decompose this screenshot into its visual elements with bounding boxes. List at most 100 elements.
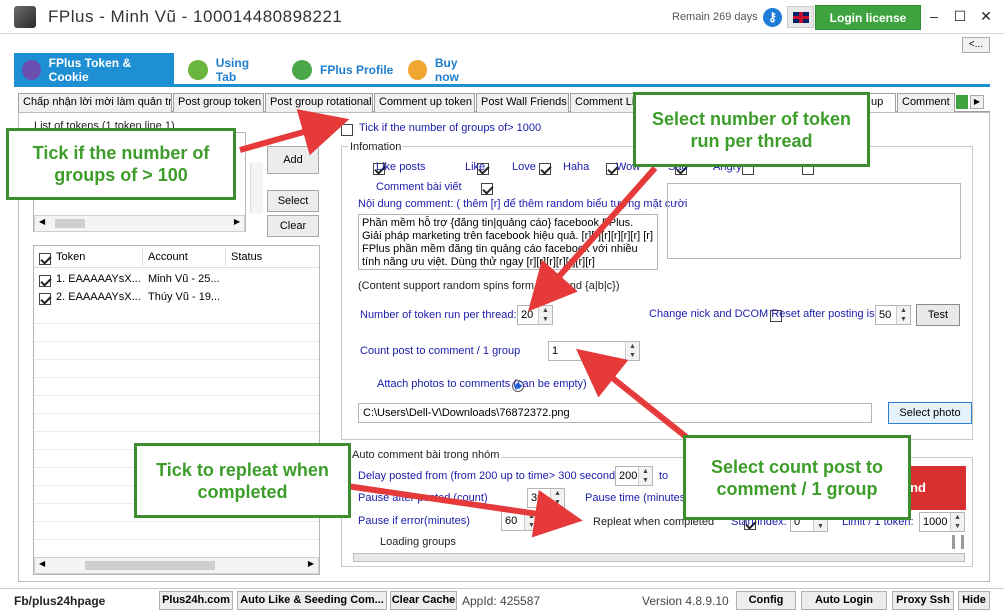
- subtab-comment[interactable]: Comment: [897, 93, 955, 112]
- tick-groups-checkbox[interactable]: [341, 123, 353, 136]
- maximize-button[interactable]: ☐: [950, 7, 970, 25]
- comment-bai-viet-label: Comment bài viết: [376, 181, 462, 193]
- spinner-value: 20: [521, 309, 534, 321]
- subtab-comment-up-token[interactable]: Comment up token: [374, 93, 475, 112]
- spinner-value: 200: [619, 470, 638, 482]
- hide-button[interactable]: Hide: [958, 591, 990, 610]
- select-button[interactable]: Select: [267, 190, 319, 212]
- fb-page-link[interactable]: Fb/plus24hpage: [14, 594, 105, 608]
- token-icon: [22, 60, 41, 80]
- support-spins-label: (Content support random spins form a|b|c…: [358, 280, 620, 292]
- tab-fplus-token-cookie[interactable]: FPlus Token & Cookie: [14, 53, 174, 87]
- vertical-scrollbar[interactable]: [250, 163, 263, 213]
- collapse-button[interactable]: <...: [962, 37, 990, 53]
- comment-preview-box[interactable]: [667, 183, 961, 259]
- auto-login-button[interactable]: Auto Login: [801, 591, 887, 610]
- spinner-value: 1000: [923, 516, 948, 528]
- link-icon: [188, 60, 208, 80]
- comment-bai-viet-checkbox[interactable]: [480, 182, 493, 195]
- comment-content-textarea[interactable]: Phần mềm hỗ trợ {đăng tin|quảng cáo} fac…: [358, 214, 658, 270]
- language-flag-icon[interactable]: [787, 6, 814, 28]
- grid-horizontal-scrollbar[interactable]: ◀ ▶: [34, 557, 319, 574]
- subtab-chap-nhan[interactable]: Chấp nhận lời mời làm quản trị: [18, 93, 172, 112]
- count-post-label: Count post to comment / 1 group: [360, 345, 521, 357]
- login-license-button[interactable]: Login license: [815, 5, 921, 30]
- tab-label: Buy now: [434, 56, 459, 84]
- love-label: Love: [512, 161, 536, 173]
- subtab-post-group-rotational[interactable]: Post group rotational: [265, 93, 373, 112]
- pause-time-label: Pause time (minutes): [585, 492, 689, 504]
- subtab-post-wall-friends[interactable]: Post Wall Friends: [476, 93, 569, 112]
- pause-after-spinner[interactable]: 30 ▲ ▼: [527, 488, 565, 508]
- tab-scroll-left-icon[interactable]: [956, 95, 968, 109]
- callout-tick-groups: Tick if the number of groups of > 100: [6, 128, 236, 200]
- spinner-value: 60: [505, 515, 518, 527]
- cell-token: 2. EAAAAAYsX...: [56, 291, 141, 303]
- users-icon: [292, 60, 312, 80]
- tab-label: Using Tab: [215, 56, 250, 84]
- main-tabs: FPlus Token & Cookie Using Tab FPlus Pro…: [14, 53, 990, 87]
- noi-dung-label: Nội dung comment: ( thêm [r] để thêm ran…: [358, 198, 688, 210]
- add-button[interactable]: Add: [267, 146, 319, 174]
- pause-error-spinner[interactable]: 60 ▲ ▼: [501, 511, 539, 531]
- pause-icon[interactable]: [952, 535, 964, 549]
- haha-label: Haha: [563, 161, 590, 173]
- row-checkbox[interactable]: [39, 292, 51, 305]
- token-per-thread-spinner[interactable]: 20 ▲ ▼: [517, 305, 553, 325]
- tab-using-tab[interactable]: Using Tab: [180, 53, 280, 87]
- cell-account: Thúy Vũ - 19...: [148, 291, 221, 303]
- change-nick-label: Change nick and DCOM Reset after posting…: [649, 308, 875, 320]
- subtab-comment-group[interactable]: up: [866, 93, 896, 112]
- pause-error-label: Pause if error(minutes): [358, 515, 470, 527]
- limit-token-spinner[interactable]: 1000 ▲ ▼: [919, 512, 965, 532]
- close-button[interactable]: ✕: [976, 7, 996, 25]
- spinner-value: 50: [879, 309, 892, 321]
- tab-label: FPlus Profile: [320, 63, 394, 77]
- delay-from-spinner[interactable]: 200 ▲ ▼: [615, 466, 653, 486]
- like-label: Like: [465, 161, 486, 173]
- table-row[interactable]: 1. EAAAAAYsX... Minh Vũ - 25...: [34, 270, 319, 288]
- subtab-post-group-token[interactable]: Post group token: [173, 93, 264, 112]
- grid-empty-rows: [34, 306, 319, 556]
- callout-select-token: Select number of token run per thread: [633, 92, 870, 167]
- count-post-spinner[interactable]: 1 ▲ ▼: [548, 341, 640, 361]
- photo-path-input[interactable]: C:\Users\Dell-V\Downloads\76872372.png: [358, 403, 872, 423]
- window-title: FPlus - Minh Vũ - 100014480898221: [48, 7, 343, 26]
- subtab-comment-like[interactable]: Comment Li: [570, 93, 640, 112]
- clear-cache-button[interactable]: Clear Cache: [390, 591, 457, 610]
- tab-scroll-right-icon[interactable]: ▶: [970, 95, 984, 109]
- row-checkbox[interactable]: [39, 274, 51, 287]
- auto-comment-legend: Auto comment bài trong nhóm: [350, 449, 502, 461]
- love-checkbox[interactable]: [539, 162, 552, 175]
- select-photo-button[interactable]: Select photo: [888, 402, 972, 424]
- table-row[interactable]: 2. EAAAAAYsX... Thúy Vũ - 19...: [34, 288, 319, 306]
- spinner-value: 30: [531, 492, 544, 504]
- loading-groups-label: Loading groups: [380, 536, 456, 548]
- tab-fplus-profile[interactable]: FPlus Profile: [284, 53, 402, 87]
- remain-days: Remain 269 days: [672, 11, 758, 23]
- token-per-thread-label: Number of token run per thread:: [360, 309, 517, 321]
- auto-like-button[interactable]: Auto Like & Seeding Com...: [237, 591, 387, 610]
- token-grid[interactable]: Token Account Status 1. EAAAAAYsX... Min…: [33, 245, 320, 575]
- minimize-button[interactable]: –: [924, 7, 944, 25]
- change-nick-spinner[interactable]: 50 ▲ ▼: [875, 305, 911, 325]
- plus24h-button[interactable]: Plus24h.com: [159, 591, 233, 610]
- grid-header: Token Account Status: [34, 246, 319, 268]
- key-icon[interactable]: ⚷: [763, 8, 782, 27]
- to-label: to: [659, 470, 669, 482]
- callout-select-count: Select count post to comment / 1 group: [683, 435, 911, 520]
- config-button[interactable]: Config: [736, 591, 796, 610]
- clear-button[interactable]: Clear: [267, 215, 319, 237]
- cell-account: Minh Vũ - 25...: [148, 273, 220, 285]
- spinner-value: 1: [552, 345, 559, 357]
- horizontal-scrollbar[interactable]: ◀ ▶: [34, 215, 245, 232]
- col-account: Account: [148, 251, 188, 263]
- proxy-ssh-button[interactable]: Proxy Ssh: [892, 591, 954, 610]
- tick-groups-label: Tick if the number of groups of> 1000: [359, 122, 542, 134]
- tab-buy-now[interactable]: Buy now: [400, 53, 490, 87]
- pause-after-label: Pause after posted (count): [358, 492, 488, 504]
- test-button[interactable]: Test: [916, 304, 960, 326]
- cell-token: 1. EAAAAAYsX...: [56, 273, 141, 285]
- cart-icon: [408, 60, 427, 80]
- select-all-checkbox[interactable]: [39, 252, 51, 265]
